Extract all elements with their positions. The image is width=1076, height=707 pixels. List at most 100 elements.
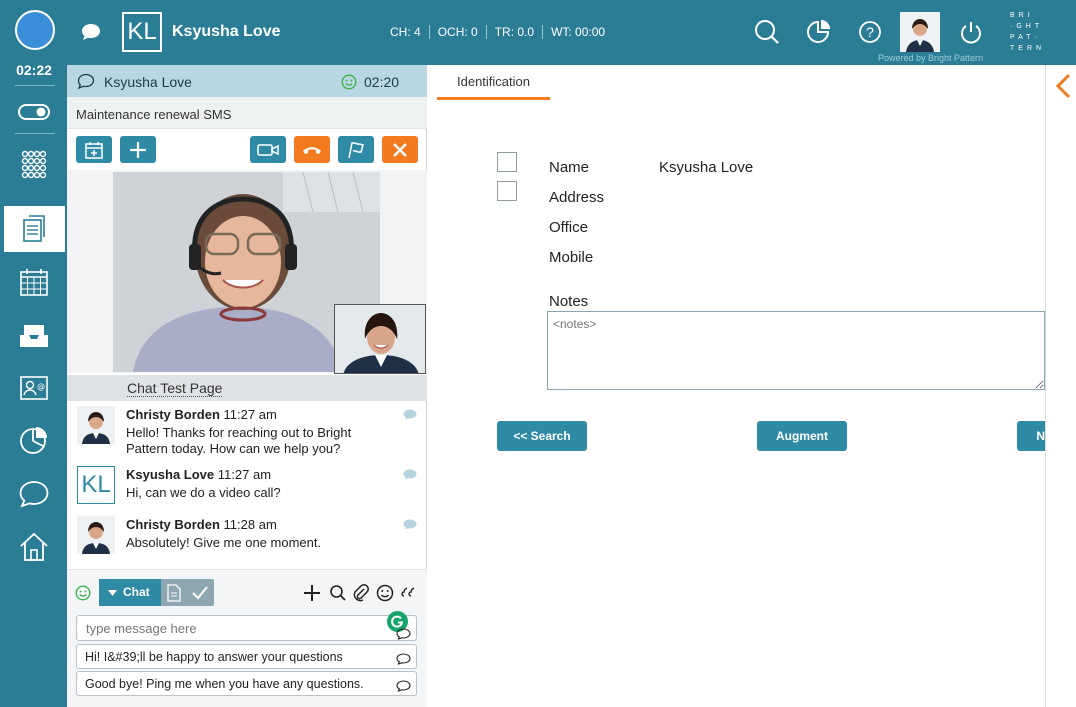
- plus-icon: [130, 141, 146, 158]
- nav-item-chat[interactable]: [0, 471, 67, 517]
- nav-item-contact-info[interactable]: [4, 206, 65, 252]
- stat-och: OCH: 0: [428, 25, 486, 39]
- message-author: Ksyusha Love: [126, 467, 215, 482]
- interaction-timer: 02:20: [364, 74, 400, 90]
- avatar: [77, 406, 115, 444]
- nav-item-directory[interactable]: @: [0, 366, 67, 412]
- add-button[interactable]: [120, 136, 156, 163]
- agent-avatar[interactable]: [900, 12, 940, 52]
- canned-response[interactable]: Good bye! Ping me when you have any ques…: [76, 671, 417, 696]
- message-bubble-icon: [396, 680, 411, 692]
- search-button[interactable]: << Search: [497, 421, 587, 451]
- chat-message: Christy Borden 11:27 am Hello! Thanks fo…: [67, 401, 427, 461]
- hang-up-icon: [303, 146, 321, 154]
- checkmark-icon[interactable]: [191, 585, 209, 601]
- top-bar: KL Ksyusha Love CH: 4 OCH: 0 TR: 0.0 WT:…: [0, 0, 1076, 65]
- nav-item-inbox[interactable]: [0, 313, 67, 359]
- home-icon: [19, 532, 48, 561]
- reports-icon: [19, 427, 47, 454]
- nav-item-home[interactable]: [0, 524, 67, 570]
- toggle-icon: [17, 104, 50, 120]
- message-bubble-icon: [403, 519, 417, 530]
- chat-mode-label: Chat: [123, 585, 150, 599]
- nav-divider: [15, 85, 55, 86]
- customer-initials-avatar: KL: [122, 12, 162, 52]
- local-video[interactable]: [334, 304, 426, 374]
- stat-ch: CH: 4: [390, 25, 421, 39]
- chat-mode-selector[interactable]: Chat: [99, 579, 214, 606]
- field-value-name: Ksyusha Love: [659, 159, 754, 176]
- subject-text: Maintenance renewal SMS: [76, 107, 232, 122]
- message-time: 11:28 am: [223, 517, 277, 532]
- chat-page-link[interactable]: Chat Test Page: [127, 380, 223, 397]
- agent-status-indicator[interactable]: [15, 10, 55, 50]
- message-text: Hi, can we do a video call?: [126, 485, 281, 500]
- send-bubble-icon[interactable]: [396, 628, 411, 640]
- quote-icon[interactable]: [400, 584, 418, 602]
- message-meta: Christy Borden 11:28 am: [126, 517, 277, 532]
- close-icon: [393, 142, 407, 157]
- schedule-button[interactable]: [76, 136, 112, 163]
- session-time: 02:22: [16, 62, 52, 78]
- next-button[interactable]: N: [1017, 421, 1045, 451]
- video-call-button[interactable]: [250, 136, 286, 163]
- chat-bubble-icon[interactable]: [80, 22, 102, 42]
- dialpad-icon: [21, 150, 46, 179]
- inbox-icon: [19, 325, 48, 347]
- message-input[interactable]: [76, 615, 417, 641]
- flag-button[interactable]: [338, 136, 374, 163]
- document-icon[interactable]: [166, 584, 182, 602]
- field-label-mobile: Mobile: [549, 249, 594, 266]
- local-video-feed: [335, 305, 425, 373]
- power-icon[interactable]: [957, 18, 985, 46]
- message-bubble-icon: [396, 653, 411, 665]
- calendar-plus-icon: [85, 141, 103, 159]
- customer-name: Ksyusha Love: [172, 23, 281, 40]
- message-bubble-icon: [403, 469, 417, 480]
- message-text: Hello! Thanks for reaching out to Bright…: [126, 425, 352, 456]
- calendar-icon: [19, 269, 48, 296]
- chevron-left-icon[interactable]: [1054, 73, 1072, 99]
- canned-response[interactable]: Hi! I&#39;ll be happy to answer your que…: [76, 644, 417, 669]
- interaction-subject: Maintenance renewal SMS: [67, 97, 427, 129]
- paperclip-icon[interactable]: [352, 584, 370, 602]
- notes-textarea[interactable]: [547, 311, 1045, 390]
- smiley-status-icon: [75, 585, 91, 601]
- chart-icon[interactable]: [805, 18, 833, 46]
- augment-button[interactable]: Augment: [757, 421, 847, 451]
- message-meta: Christy Borden 11:27 am: [126, 407, 277, 422]
- flag-icon: [348, 141, 364, 158]
- message-text: Absolutely! Give me one moment.: [126, 535, 322, 550]
- chat-mode-dropdown[interactable]: Chat: [99, 579, 161, 606]
- avatar: KL: [77, 466, 115, 504]
- nav-item-calendar[interactable]: [0, 259, 67, 305]
- message-author: Christy Borden: [126, 517, 220, 532]
- emoji-icon[interactable]: [376, 584, 394, 602]
- message-meta: Ksyusha Love 11:27 am: [126, 467, 271, 482]
- interaction-panel: Ksyusha Love 02:20 Maintenance renewal S…: [67, 65, 427, 707]
- end-call-button[interactable]: [294, 136, 330, 163]
- chat-title-row: Chat Test Page: [67, 375, 427, 401]
- message-time: 11:27 am: [217, 467, 272, 482]
- nav-divider: [15, 133, 55, 134]
- nav-item-dialpad[interactable]: [0, 141, 67, 187]
- chat-composer: Chat Hi! I&#39;ll be happy to answer you…: [67, 569, 427, 707]
- interaction-header[interactable]: Ksyusha Love 02:20: [67, 65, 427, 97]
- left-navigation: @: [0, 65, 67, 707]
- avatar: [77, 516, 115, 554]
- nav-item-reports[interactable]: [0, 417, 67, 463]
- help-icon[interactable]: ?: [856, 18, 884, 46]
- close-interaction-button[interactable]: [382, 136, 418, 163]
- nav-item-toggle[interactable]: [0, 89, 67, 135]
- field-label-name: Name: [549, 159, 590, 176]
- field-label-office: Office: [549, 219, 588, 236]
- chat-message: Christy Borden 11:28 am Absolutely! Give…: [67, 511, 427, 561]
- plus-icon[interactable]: [303, 584, 321, 602]
- brand-logo: BRI ·GHT PAT· TERN: [1010, 12, 1046, 52]
- canned-response-text: Hi! I&#39;ll be happy to answer your que…: [85, 650, 343, 664]
- search-icon[interactable]: [753, 18, 781, 46]
- tab-identification[interactable]: Identification: [437, 73, 550, 100]
- address-checkbox[interactable]: [497, 181, 517, 201]
- search-icon[interactable]: [329, 584, 347, 602]
- name-checkbox[interactable]: [497, 152, 517, 172]
